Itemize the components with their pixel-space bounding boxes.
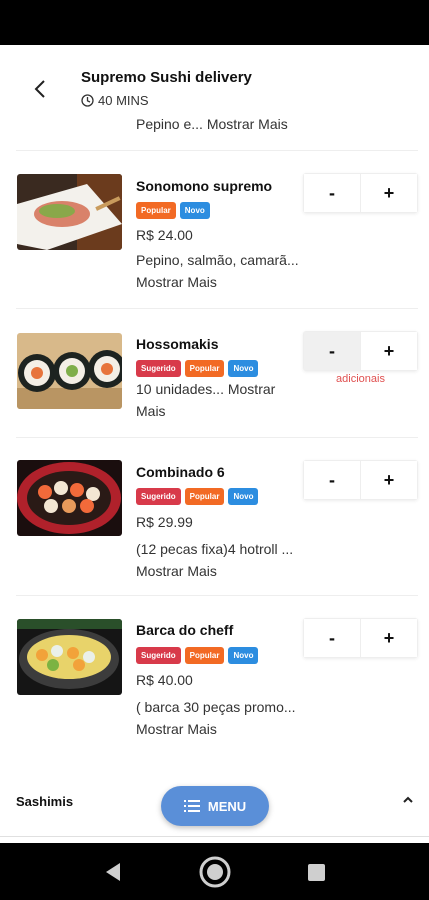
item-name: Hossomakis — [136, 336, 219, 352]
divider — [16, 595, 418, 596]
back-button[interactable] — [24, 73, 56, 105]
item-description: (12 pecas fixa)4 hotroll ... Mostrar Mai… — [136, 538, 301, 582]
status-bar — [0, 0, 429, 45]
increase-button[interactable]: + — [361, 461, 417, 499]
section-title: Sashimis — [16, 794, 74, 809]
delivery-eta: 40 MINS — [81, 93, 149, 108]
product-image — [17, 174, 122, 250]
item-description: 10 unidades... Mostrar Mais — [136, 378, 301, 422]
item-price: R$ 24.00 — [136, 227, 193, 243]
clock-icon — [81, 94, 94, 107]
badge-popular: Popular — [136, 202, 176, 219]
product-image — [17, 333, 122, 409]
product-image — [17, 619, 122, 695]
decrease-button[interactable]: - — [304, 332, 361, 370]
increase-button[interactable]: + — [361, 619, 417, 657]
show-more-link[interactable]: Mostrar Mais — [136, 274, 217, 290]
show-more-link[interactable]: Mostrar Mais — [136, 563, 217, 579]
badge-novo: Novo — [228, 488, 259, 505]
quantity-stepper: - + — [303, 460, 418, 500]
increase-button[interactable]: + — [361, 174, 417, 212]
badge-popular: Popular — [184, 360, 225, 377]
desc-text: Pepino e... — [136, 116, 207, 132]
show-more-link[interactable]: Mostrar Mais — [136, 721, 217, 737]
nav-home-icon[interactable] — [198, 855, 232, 889]
badge-popular: Popular — [184, 647, 225, 664]
show-more-link[interactable]: Mostrar Mais — [207, 116, 288, 132]
divider — [16, 437, 418, 438]
divider — [0, 836, 429, 837]
badge-row: Sugerido Popular Novo — [136, 488, 259, 505]
quantity-stepper: - + — [303, 331, 418, 371]
chevron-up-icon[interactable] — [400, 792, 416, 808]
divider — [16, 308, 418, 309]
app-header: Supremo Sushi delivery 40 MINS — [0, 45, 429, 120]
item-description: Pepino, salmão, camarã... Mostrar Mais — [136, 249, 301, 293]
item-price: R$ 40.00 — [136, 672, 193, 688]
item-price: R$ 29.99 — [136, 514, 193, 530]
nav-back-icon[interactable] — [104, 862, 122, 882]
increase-button[interactable]: + — [361, 332, 417, 370]
quantity-stepper: - + — [303, 173, 418, 213]
badge-popular: Popular — [184, 488, 225, 505]
decrease-button[interactable]: - — [304, 619, 361, 657]
menu-button[interactable]: MENU — [161, 786, 269, 826]
eta-label: 40 MINS — [98, 93, 149, 108]
badge-sugerido: Sugerido — [136, 647, 181, 664]
desc-text: 10 unidades... — [136, 381, 228, 397]
decrease-button[interactable]: - — [304, 174, 361, 212]
item-name: Combinado 6 — [136, 464, 225, 480]
item-name: Sonomono supremo — [136, 178, 273, 194]
badge-row: Sugerido Popular Novo — [136, 647, 259, 664]
item-name: Barca do cheff — [136, 622, 234, 638]
product-image — [17, 460, 122, 536]
store-title: Supremo Sushi delivery — [81, 69, 252, 86]
list-icon — [183, 800, 200, 812]
system-nav-bar — [0, 843, 429, 900]
decrease-button[interactable]: - — [304, 461, 361, 499]
addons-note[interactable]: adicionais — [303, 373, 418, 385]
desc-text: ( barca 30 peças promo... — [136, 699, 296, 715]
nav-recents-icon[interactable] — [308, 864, 325, 881]
badge-sugerido: Sugerido — [136, 360, 181, 377]
badge-sugerido: Sugerido — [136, 488, 181, 505]
badge-novo: Novo — [179, 202, 210, 219]
menu-button-label: MENU — [207, 798, 247, 814]
badge-novo: Novo — [228, 647, 259, 664]
previous-item-desc: Pepino e... Mostrar Mais — [136, 116, 288, 132]
chevron-left-icon — [34, 80, 45, 98]
quantity-stepper: - + — [303, 618, 418, 658]
badge-novo: Novo — [228, 360, 259, 377]
desc-text: (12 pecas fixa)4 hotroll ... — [136, 541, 294, 557]
badge-row: Popular Novo — [136, 202, 210, 219]
divider — [16, 150, 418, 151]
badge-row: Sugerido Popular Novo — [136, 360, 259, 377]
item-description: ( barca 30 peças promo... Mostrar Mais — [136, 696, 301, 740]
desc-text: Pepino, salmão, camarã... — [136, 252, 299, 268]
